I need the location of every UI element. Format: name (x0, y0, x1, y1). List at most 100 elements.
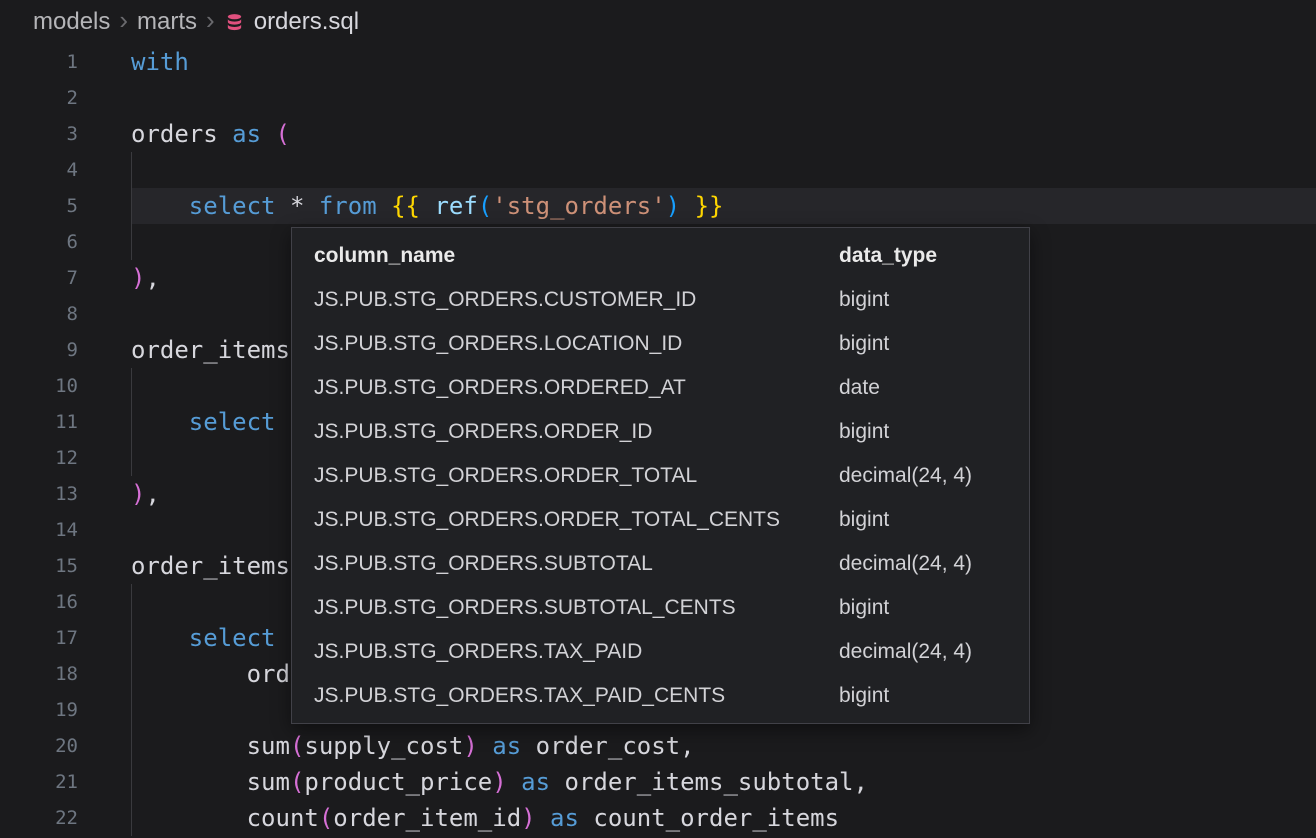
popup-row: JS.PUB.STG_ORDERS.ORDER_IDbigint (314, 410, 1007, 454)
data-type-cell: decimal(24, 4) (839, 552, 1007, 576)
code-token (131, 624, 189, 652)
code-token: order_items (131, 552, 290, 580)
code-line-1[interactable]: 1with (0, 44, 1316, 80)
code-token: ) (492, 768, 506, 796)
code-token: supply_cost (304, 732, 463, 760)
code-token: as (492, 732, 521, 760)
code-token: ) (521, 804, 535, 832)
line-number: 7 (0, 260, 131, 296)
line-number: 5 (0, 188, 131, 224)
code-token: as (550, 804, 579, 832)
code-token: sum (247, 732, 290, 760)
code-line-5[interactable]: 5 select * from {{ ref('stg_orders') }} (0, 188, 1316, 224)
popup-row: JS.PUB.STG_ORDERS.ORDERED_ATdate (314, 366, 1007, 410)
code-token: select (189, 408, 276, 436)
code-token (304, 192, 318, 220)
line-content (131, 152, 1316, 188)
code-token: ( (276, 120, 290, 148)
line-number: 15 (0, 548, 131, 584)
code-token (377, 192, 391, 220)
line-number: 12 (0, 440, 131, 476)
popup-rows: JS.PUB.STG_ORDERS.CUSTOMER_IDbigintJS.PU… (314, 278, 1007, 718)
indent-guide (131, 188, 132, 224)
code-line-4[interactable]: 4 (0, 152, 1316, 188)
line-number: 2 (0, 80, 131, 116)
data-type-cell: decimal(24, 4) (839, 640, 1007, 664)
code-token (131, 192, 189, 220)
popup-row: JS.PUB.STG_ORDERS.CUSTOMER_IDbigint (314, 278, 1007, 322)
line-content: count(order_item_id) as count_order_item… (131, 800, 1316, 836)
code-token: sum (247, 768, 290, 796)
popup-row: JS.PUB.STG_ORDERS.TAX_PAIDdecimal(24, 4) (314, 630, 1007, 674)
code-token: ) (131, 264, 145, 292)
code-token: ( (478, 192, 492, 220)
popup-row: JS.PUB.STG_ORDERS.SUBTOTAL_CENTSbigint (314, 586, 1007, 630)
column-name-cell: JS.PUB.STG_ORDERS.ORDER_TOTAL_CENTS (314, 508, 839, 532)
code-token: count (247, 804, 319, 832)
line-content: sum(supply_cost) as order_cost, (131, 728, 1316, 764)
column-name-cell: JS.PUB.STG_ORDERS.ORDER_TOTAL (314, 464, 839, 488)
database-icon (225, 13, 244, 32)
popup-row: JS.PUB.STG_ORDERS.LOCATION_IDbigint (314, 322, 1007, 366)
code-token (680, 192, 694, 220)
breadcrumb-item-models[interactable]: models (33, 8, 110, 36)
code-token (131, 768, 247, 796)
line-number: 22 (0, 800, 131, 836)
line-number: 11 (0, 404, 131, 440)
code-token: select (189, 624, 276, 652)
code-line-21[interactable]: 21 sum(product_price) as order_items_sub… (0, 764, 1316, 800)
code-token: 'stg_orders' (492, 192, 665, 220)
column-info-popup: column_name data_type JS.PUB.STG_ORDERS.… (291, 227, 1030, 724)
popup-col-header-type: data_type (839, 244, 1007, 268)
column-name-cell: JS.PUB.STG_ORDERS.SUBTOTAL_CENTS (314, 596, 839, 620)
indent-guide (131, 224, 132, 260)
line-content (131, 80, 1316, 116)
line-number: 10 (0, 368, 131, 404)
column-name-cell: JS.PUB.STG_ORDERS.ORDERED_AT (314, 376, 839, 400)
column-name-cell: JS.PUB.STG_ORDERS.CUSTOMER_ID (314, 288, 839, 312)
code-token: ) (666, 192, 680, 220)
code-token (507, 768, 521, 796)
code-token (536, 804, 550, 832)
chevron-right-icon: › (206, 7, 215, 33)
line-number: 17 (0, 620, 131, 656)
breadcrumb: models › marts › orders.sql (0, 0, 1316, 44)
code-token: * (290, 192, 304, 220)
line-number: 13 (0, 476, 131, 512)
data-type-cell: bigint (839, 508, 1007, 532)
code-token: ) (463, 732, 477, 760)
code-line-3[interactable]: 3orders as ( (0, 116, 1316, 152)
code-line-20[interactable]: 20 sum(supply_cost) as order_cost, (0, 728, 1316, 764)
popup-col-header-name: column_name (314, 244, 839, 268)
breadcrumb-item-marts[interactable]: marts (137, 8, 197, 36)
code-token: select (189, 192, 276, 220)
line-number: 1 (0, 44, 131, 80)
code-token: {{ (391, 192, 420, 220)
code-token: }} (695, 192, 724, 220)
code-token: as (521, 768, 550, 796)
code-token: order_item_id (333, 804, 521, 832)
popup-row: JS.PUB.STG_ORDERS.SUBTOTALdecimal(24, 4) (314, 542, 1007, 586)
popup-header-row: column_name data_type (314, 234, 1007, 278)
column-name-cell: JS.PUB.STG_ORDERS.TAX_PAID (314, 640, 839, 664)
data-type-cell: bigint (839, 332, 1007, 356)
code-token: , (145, 480, 159, 508)
breadcrumb-file[interactable]: orders.sql (254, 8, 359, 36)
code-token: order_cost, (521, 732, 694, 760)
line-number: 18 (0, 656, 131, 692)
code-token: ) (131, 480, 145, 508)
indent-guide (131, 620, 132, 656)
column-name-cell: JS.PUB.STG_ORDERS.ORDER_ID (314, 420, 839, 444)
line-number: 4 (0, 152, 131, 188)
indent-guide (131, 440, 132, 476)
indent-guide (131, 656, 132, 692)
code-token: , (145, 264, 159, 292)
indent-guide (131, 584, 132, 620)
code-line-2[interactable]: 2 (0, 80, 1316, 116)
editor-window: { "breadcrumb": { "items": ["models", "m… (0, 0, 1316, 838)
data-type-cell: bigint (839, 684, 1007, 708)
code-line-22[interactable]: 22 count(order_item_id) as count_order_i… (0, 800, 1316, 836)
code-token: ( (290, 768, 304, 796)
code-token: product_price (304, 768, 492, 796)
column-name-cell: JS.PUB.STG_ORDERS.LOCATION_ID (314, 332, 839, 356)
